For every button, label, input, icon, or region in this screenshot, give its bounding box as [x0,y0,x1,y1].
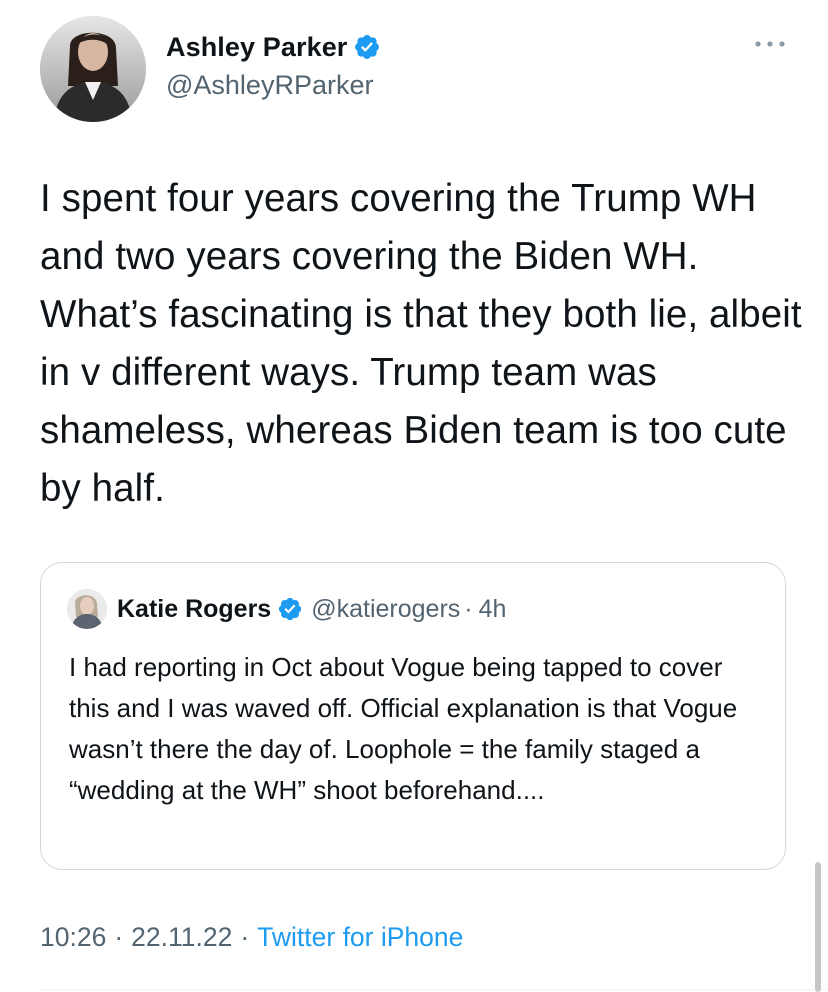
more-options-button[interactable] [750,32,790,56]
tweet-text: I spent four years covering the Trump WH… [40,177,802,510]
author-avatar[interactable] [40,16,146,122]
quoted-timestamp: 4h [478,594,507,623]
author-display-name[interactable]: Ashley Parker [166,32,347,63]
quoted-tweet-header: Katie Rogers @katierogers · 4h [67,589,507,629]
tweet-source-link[interactable]: Twitter for iPhone [257,922,463,952]
quoted-author-handle: @katierogers [311,594,461,623]
author-photo [40,16,146,122]
author-block: Ashley Parker @AshleyRParker [166,30,381,101]
quoted-author-display-name: Katie Rogers [117,594,272,623]
tweet-meta: 10:26 · 22.11.22 · Twitter for iPhone [40,922,463,953]
verified-badge-icon [355,35,380,59]
quoted-author-avatar [67,589,107,629]
meta-separator: · [240,922,250,952]
author-name-row: Ashley Parker [166,30,381,64]
quoted-separator: · [464,594,473,623]
quoted-tweet-text: I had reporting in Oct about Vogue being… [69,652,738,805]
quoted-tweet-card[interactable]: Katie Rogers @katierogers · 4h I had rep… [40,562,786,870]
meta-separator: · [114,922,124,952]
quoted-verified-badge-icon [279,597,302,621]
tweet-time[interactable]: 10:26 [40,922,106,952]
more-horizontal-icon [755,41,785,47]
divider [40,989,828,990]
scrollbar[interactable] [815,862,821,992]
author-handle[interactable]: @AshleyRParker [166,70,381,101]
quoted-author-photo [67,589,107,629]
tweet-date[interactable]: 22.11.22 [131,922,232,952]
